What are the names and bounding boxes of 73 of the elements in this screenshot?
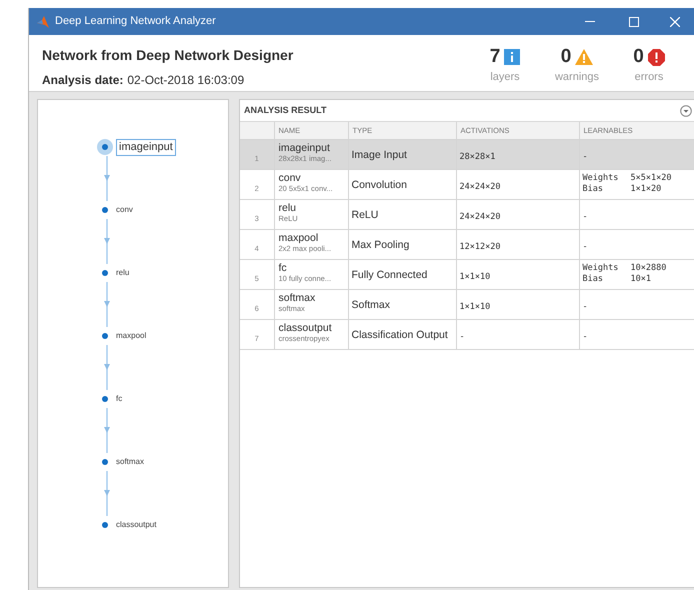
logo-icon [37, 16, 49, 28]
graph-node[interactable] [102, 207, 108, 213]
node-label[interactable]: imageinput [116, 138, 176, 156]
learnable-size: 1×1×20 [630, 184, 662, 194]
activations: - [460, 332, 465, 342]
activations: 1×1×10 [460, 302, 490, 312]
graph-node[interactable] [97, 139, 113, 155]
close-icon [670, 16, 680, 26]
error-icon [648, 48, 665, 66]
connector-arrow [103, 156, 111, 201]
connector-arrow [103, 408, 111, 453]
layer-name: fc [278, 262, 288, 274]
window-title: Deep Learning Network Analyzer [55, 14, 216, 30]
summary-label: warnings [554, 70, 600, 85]
graph-node[interactable] [102, 522, 108, 528]
node-label[interactable]: softmax [116, 456, 144, 468]
activations: 24×24×20 [460, 182, 500, 192]
layer-type: ReLU [352, 208, 378, 220]
minimize-icon [585, 21, 595, 22]
layer-type: Fully Connected [352, 268, 428, 280]
date-label: Analysis date: [42, 72, 124, 89]
layer-type: Image Input [352, 148, 407, 160]
node-label[interactable]: relu [116, 267, 130, 279]
maximize-icon [629, 16, 639, 26]
connector-arrow [103, 471, 111, 516]
layer-name: classoutput [278, 322, 333, 334]
graph-node[interactable] [102, 459, 108, 465]
learnable-name: Bias [582, 184, 604, 194]
layer-type: Classification Output [352, 328, 448, 340]
summary-count: 7 [490, 47, 500, 67]
info-icon [504, 49, 520, 65]
connector-arrow [103, 345, 111, 390]
layer-name: maxpool [278, 232, 320, 244]
layer-type: Convolution [352, 178, 407, 190]
graph-node[interactable] [102, 333, 108, 339]
dropdown-icon[interactable] [680, 104, 692, 116]
graph-node[interactable] [102, 396, 108, 402]
node-label[interactable]: conv [116, 204, 133, 216]
summary-label: layers [490, 70, 520, 85]
summary-count: 0 [560, 47, 572, 67]
warning-icon [575, 49, 594, 65]
summary-count: 0 [633, 47, 644, 67]
learnable-name: Weights [582, 262, 620, 274]
learnable-size: 10×1 [630, 274, 651, 284]
node-label[interactable]: classoutput [116, 519, 156, 531]
activations: 24×24×20 [460, 212, 500, 222]
learnables-none: - [582, 212, 588, 222]
learnables-none: - [582, 152, 588, 162]
activations: 1×1×10 [460, 272, 490, 282]
layer-name: relu [278, 202, 298, 214]
activations: 28×28×1 [460, 152, 496, 162]
activations: 12×12×20 [460, 242, 500, 252]
layer-type: Max Pooling [352, 238, 410, 250]
learnable-name: Weights [582, 172, 620, 184]
analysis-date: 02-Oct-2018 16:03:09 [127, 72, 244, 89]
learnables-none: - [582, 332, 588, 342]
connector-arrow [103, 282, 111, 327]
layer-name: conv [278, 172, 302, 184]
connector-arrow [103, 219, 111, 264]
learnables-none: - [582, 302, 588, 312]
summary-label: errors [634, 70, 664, 85]
network-title: Network from Deep Network Designer [42, 46, 294, 65]
layer-type: Softmax [352, 298, 390, 310]
graph-node[interactable] [102, 270, 108, 276]
result-title: ANALYSIS RESULT [244, 104, 328, 117]
learnables-none: - [582, 242, 588, 252]
node-label[interactable]: maxpool [116, 330, 146, 342]
layer-name: softmax [278, 292, 316, 304]
node-label[interactable]: fc [116, 393, 122, 405]
learnable-name: Bias [582, 274, 604, 284]
layer-name: imageinput [278, 142, 331, 154]
learnable-size: 10×2880 [630, 262, 666, 274]
learnable-size: 5×5×1×20 [630, 172, 672, 184]
